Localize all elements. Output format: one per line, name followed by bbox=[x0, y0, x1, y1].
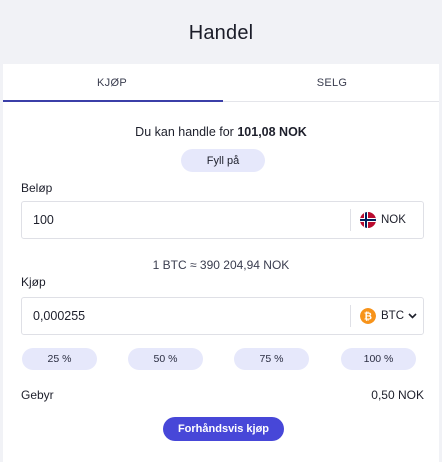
available-balance: Du kan handle for 101,08 NOK bbox=[3, 125, 439, 139]
field-divider bbox=[350, 209, 351, 231]
svg-text:₿: ₿ bbox=[364, 311, 372, 323]
fee-value: 0,50 NOK bbox=[371, 388, 424, 402]
percent-75-button[interactable]: 75 % bbox=[234, 348, 309, 370]
amount-currency-selector[interactable]: NOK bbox=[352, 202, 424, 238]
buy-currency-selector[interactable]: ₿ BTC bbox=[352, 298, 424, 334]
fee-label: Gebyr bbox=[21, 388, 54, 402]
norway-flag-icon bbox=[360, 212, 376, 228]
buy-amount-input[interactable] bbox=[22, 298, 350, 334]
trade-tabs: KJØP SELG bbox=[3, 64, 439, 102]
trade-card: KJØP SELG Du kan handle for 101,08 NOK F… bbox=[3, 64, 439, 462]
preview-buy-button[interactable]: Forhåndsvis kjøp bbox=[163, 417, 284, 441]
percent-25-button[interactable]: 25 % bbox=[22, 348, 97, 370]
percent-100-button[interactable]: 100 % bbox=[341, 348, 416, 370]
amount-input[interactable] bbox=[22, 202, 350, 238]
page-header: Handel bbox=[0, 0, 442, 64]
balance-amount: 101,08 NOK bbox=[237, 125, 307, 139]
amount-label: Beløp bbox=[21, 181, 53, 195]
buy-currency-code: BTC bbox=[381, 310, 404, 322]
field-divider bbox=[350, 305, 351, 327]
percent-50-button[interactable]: 50 % bbox=[128, 348, 203, 370]
amount-currency-code: NOK bbox=[381, 214, 406, 226]
active-tab-indicator bbox=[3, 100, 223, 102]
tab-buy[interactable]: KJØP bbox=[3, 64, 221, 102]
page-title: Handel bbox=[188, 21, 254, 44]
balance-prefix: Du kan handle for bbox=[135, 125, 234, 139]
buy-label: Kjøp bbox=[21, 275, 46, 289]
chevron-down-icon bbox=[408, 310, 417, 322]
buy-field: ₿ BTC bbox=[21, 297, 424, 335]
exchange-rate: 1 BTC ≈ 390 204,94 NOK bbox=[152, 258, 290, 272]
tab-sell[interactable]: SELG bbox=[223, 64, 441, 102]
amount-field: NOK bbox=[21, 201, 424, 239]
top-up-button[interactable]: Fyll på bbox=[181, 149, 265, 172]
bitcoin-icon: ₿ bbox=[360, 308, 376, 324]
